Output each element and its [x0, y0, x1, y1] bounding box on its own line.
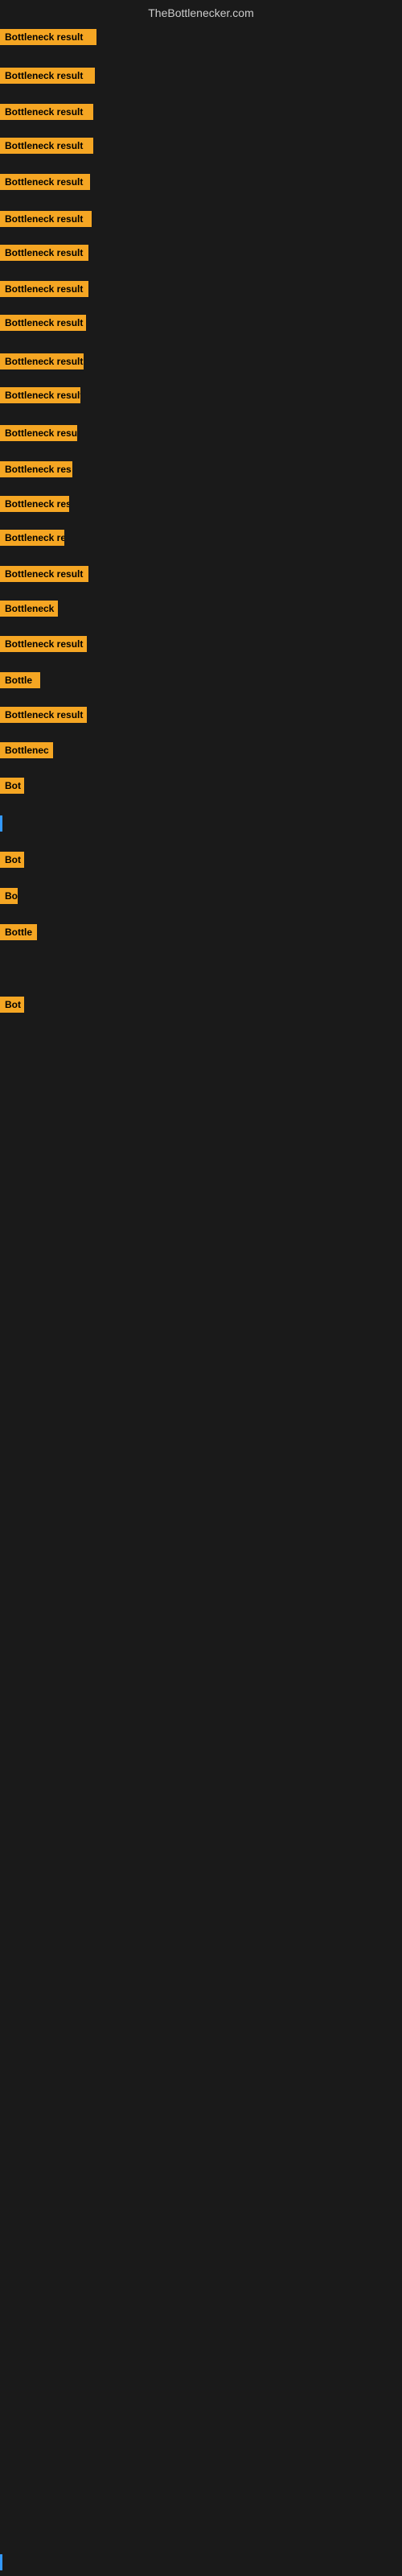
- bottleneck-badge: Bottleneck result: [0, 353, 84, 369]
- bottleneck-item[interactable]: Bottleneck result: [0, 104, 93, 124]
- bottleneck-item[interactable]: Bottleneck result: [0, 387, 80, 407]
- bottleneck-badge: Bottleneck result: [0, 211, 92, 227]
- bottleneck-item[interactable]: Bottleneck result: [0, 353, 84, 374]
- bottleneck-badge: Bot: [0, 997, 24, 1013]
- bottleneck-item[interactable]: Bottleneck result: [0, 566, 88, 586]
- bottleneck-item[interactable]: Bottleneck result: [0, 68, 95, 88]
- bottleneck-badge: Bottleneck res: [0, 461, 72, 477]
- bottleneck-item[interactable]: Bottleneck result: [0, 281, 88, 301]
- site-title: TheBottlenecker.com: [0, 0, 402, 26]
- bottleneck-item[interactable]: Bottleneck result: [0, 174, 90, 194]
- bottleneck-item[interactable]: Bot: [0, 997, 24, 1017]
- bottleneck-item[interactable]: Bottleneck re: [0, 530, 64, 550]
- bottleneck-item[interactable]: Bottleneck result: [0, 245, 88, 265]
- bottleneck-item[interactable]: Bottleneck result: [0, 636, 87, 656]
- bottleneck-badge: Bottleneck result: [0, 68, 95, 84]
- bottleneck-item[interactable]: Bottleneck: [0, 601, 58, 621]
- bottleneck-badge: Bottle: [0, 924, 37, 940]
- bottleneck-item[interactable]: Bottle: [0, 672, 40, 692]
- bottleneck-badge: Bottleneck res: [0, 496, 69, 512]
- bottleneck-badge: Bottleneck resu: [0, 425, 77, 441]
- bottleneck-badge: Bottleneck result: [0, 387, 80, 403]
- bottleneck-item[interactable]: Bottleneck result: [0, 29, 96, 49]
- cursor-line: [0, 2554, 2, 2570]
- bottleneck-badge: Bot: [0, 852, 24, 868]
- bottleneck-item[interactable]: Bot: [0, 778, 24, 798]
- bottleneck-badge: Bottle: [0, 672, 40, 688]
- bottleneck-badge: Bottleneck result: [0, 636, 87, 652]
- bottleneck-badge: Bottleneck result: [0, 566, 88, 582]
- bottleneck-item[interactable]: Bottle: [0, 924, 37, 944]
- bottleneck-badge: Bottleneck result: [0, 138, 93, 154]
- bottleneck-badge: Bottleneck result: [0, 315, 86, 331]
- bottleneck-item[interactable]: Bottleneck result: [0, 138, 93, 158]
- bottleneck-badge: Bo: [0, 888, 18, 904]
- bottleneck-item[interactable]: Bottleneck result: [0, 707, 87, 727]
- bottleneck-badge: Bottleneck result: [0, 707, 87, 723]
- bottleneck-item[interactable]: Bottleneck res: [0, 496, 69, 516]
- bottleneck-badge: Bottleneck result: [0, 29, 96, 45]
- bottleneck-item[interactable]: Bot: [0, 852, 24, 872]
- bottleneck-badge: Bottleneck result: [0, 245, 88, 261]
- bottleneck-item[interactable]: Bottleneck result: [0, 211, 92, 231]
- bottleneck-item[interactable]: Bottleneck res: [0, 461, 72, 481]
- bottleneck-badge: Bottleneck result: [0, 104, 93, 120]
- bottleneck-item[interactable]: Bo: [0, 888, 18, 908]
- bottleneck-badge: Bottleneck: [0, 601, 58, 617]
- bottleneck-badge: Bottlenec: [0, 742, 53, 758]
- bottleneck-badge: Bot: [0, 778, 24, 794]
- bottleneck-item[interactable]: Bottleneck result: [0, 315, 86, 335]
- bottleneck-item[interactable]: Bottlenec: [0, 742, 53, 762]
- bottleneck-badge: Bottleneck re: [0, 530, 64, 546]
- bottleneck-badge: Bottleneck result: [0, 174, 90, 190]
- bottleneck-item[interactable]: Bottleneck resu: [0, 425, 77, 445]
- cursor-line: [0, 815, 2, 832]
- bottleneck-badge: Bottleneck result: [0, 281, 88, 297]
